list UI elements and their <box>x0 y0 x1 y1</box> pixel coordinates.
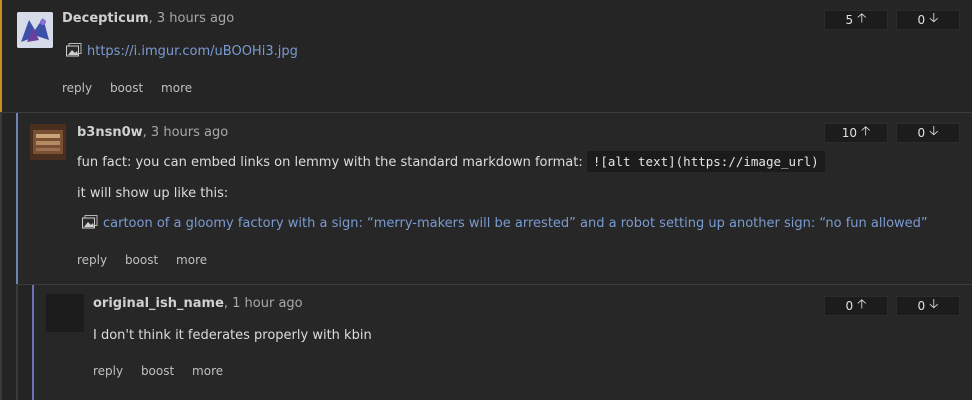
thread-rail <box>0 113 2 400</box>
avatar-image <box>30 124 66 160</box>
more-button[interactable]: more <box>161 81 192 95</box>
image-link[interactable]: cartoon of a gloomy factory with a sign:… <box>103 216 928 231</box>
reply-button[interactable]: reply <box>77 253 107 267</box>
downvote-count: 0 <box>917 299 926 313</box>
comment-actions: reply boost more <box>62 81 206 95</box>
comment-text: I don't think it federates properly with… <box>93 328 372 343</box>
upvote-count: 5 <box>845 13 854 27</box>
avatar[interactable] <box>17 12 53 48</box>
upvote-count: 0 <box>845 299 854 313</box>
arrow-up-icon: 🡡 <box>860 124 871 139</box>
arrow-up-icon: 🡡 <box>857 297 867 312</box>
timestamp: , 1 hour ago <box>223 296 303 311</box>
boost-button[interactable]: boost <box>141 364 174 378</box>
downvote-count: 0 <box>917 13 926 27</box>
more-button[interactable]: more <box>176 253 207 267</box>
arrow-down-icon: 🡣 <box>929 124 939 139</box>
comment-b3nsn0w: b3nsn0w, 3 hours ago fun fact: you can e… <box>16 113 972 284</box>
boost-button[interactable]: boost <box>110 81 143 95</box>
upvote-button[interactable]: 0 🡡 <box>824 296 888 316</box>
upvote-button[interactable]: 10 🡡 <box>824 123 888 143</box>
reply-button[interactable]: reply <box>62 81 92 95</box>
more-button[interactable]: more <box>192 364 223 378</box>
comment-image-link: cartoon of a gloomy factory with a sign:… <box>82 215 928 231</box>
arrow-down-icon: 🡣 <box>929 297 939 312</box>
comment-meta: b3nsn0w, 3 hours ago <box>77 125 228 140</box>
upvote-count: 10 <box>841 126 857 140</box>
downvote-button[interactable]: 0 🡣 <box>896 296 960 316</box>
code-snippet: ![alt text](https://image_url) <box>586 151 825 172</box>
comment-text-line1: fun fact: you can embed links on lemmy w… <box>77 151 825 172</box>
timestamp: , 3 hours ago <box>142 125 229 140</box>
comment-body: https://i.imgur.com/uBOOHi3.jpg <box>66 43 298 59</box>
arrow-up-icon: 🡡 <box>857 11 867 26</box>
username[interactable]: original_ish_name <box>93 296 224 311</box>
timestamp: , 3 hours ago <box>148 11 235 26</box>
comment-actions: reply boost more <box>77 253 221 267</box>
downvote-button[interactable]: 0 🡣 <box>896 10 960 30</box>
comment-meta: original_ish_name, 1 hour ago <box>93 296 303 311</box>
thread-rail <box>16 285 18 400</box>
comment-actions: reply boost more <box>93 364 237 378</box>
comment-original-ish-name: original_ish_name, 1 hour ago I don't th… <box>32 285 972 400</box>
upvote-button[interactable]: 5 🡡 <box>824 10 888 30</box>
comment-text-line2: it will show up like this: <box>77 186 229 201</box>
downvote-button[interactable]: 0 🡣 <box>896 123 960 143</box>
image-icon <box>66 43 82 57</box>
boost-button[interactable]: boost <box>125 253 158 267</box>
arrow-down-icon: 🡣 <box>929 11 939 26</box>
avatar[interactable] <box>46 294 84 332</box>
comment-meta: Decepticum, 3 hours ago <box>62 11 234 26</box>
downvote-count: 0 <box>917 126 926 140</box>
username[interactable]: b3nsn0w <box>77 125 143 140</box>
reply-button[interactable]: reply <box>93 364 123 378</box>
avatar[interactable] <box>30 124 66 160</box>
image-icon <box>82 215 98 229</box>
username[interactable]: Decepticum <box>62 11 149 26</box>
comment-decepticum: Decepticum, 3 hours ago https://i.imgur.… <box>0 0 972 112</box>
image-link[interactable]: https://i.imgur.com/uBOOHi3.jpg <box>87 44 298 59</box>
avatar-image <box>17 12 53 48</box>
comment-text: fun fact: you can embed links on lemmy w… <box>77 155 583 170</box>
